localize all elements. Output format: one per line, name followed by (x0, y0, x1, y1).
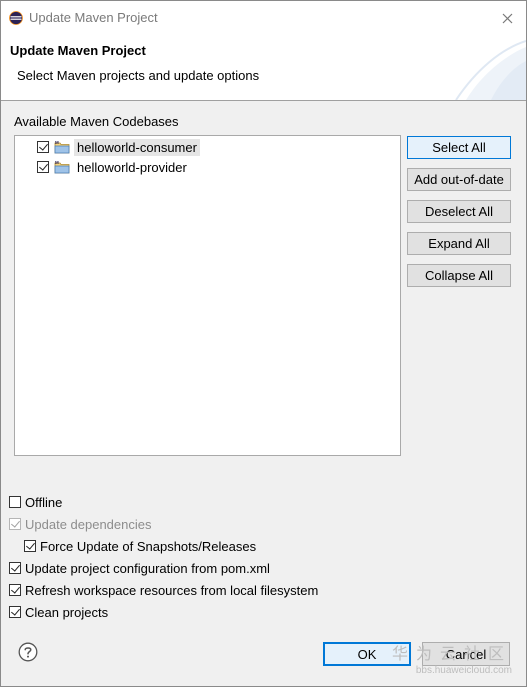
refresh-workspace-checkbox[interactable] (9, 584, 21, 596)
svg-text:M: M (55, 140, 59, 145)
deselect-all-button[interactable]: Deselect All (407, 200, 511, 223)
close-icon (502, 13, 512, 23)
close-button[interactable] (494, 5, 520, 31)
help-icon[interactable] (18, 642, 38, 662)
header-description: Select Maven projects and update options (17, 68, 260, 83)
update-config-option[interactable]: Update project configuration from pom.xm… (9, 559, 270, 577)
offline-option[interactable]: Offline (9, 493, 62, 511)
select-all-button[interactable]: Select All (407, 136, 511, 159)
svg-text:M: M (55, 160, 59, 165)
title-bar: Update Maven Project (1, 1, 526, 35)
maven-project-folder-icon: M (54, 160, 70, 174)
tree-item-label: helloworld-provider (77, 159, 187, 175)
update-maven-project-dialog: Update Maven Project Update Maven Projec… (0, 0, 527, 687)
clean-projects-option[interactable]: Clean projects (9, 603, 108, 621)
tree-item-label: helloworld-consumer (74, 138, 200, 156)
expand-all-button[interactable]: Expand All (407, 232, 511, 255)
offline-checkbox[interactable] (9, 496, 21, 508)
eclipse-icon (9, 11, 23, 25)
watermark-text: 华为云社区 (391, 646, 512, 663)
header-banner-art (455, 40, 526, 100)
force-update-checkbox[interactable] (24, 540, 36, 552)
tree-item-checkbox[interactable] (37, 141, 49, 153)
update-dependencies-label: Update dependencies (25, 516, 152, 532)
force-update-option[interactable]: Force Update of Snapshots/Releases (24, 537, 256, 555)
add-out-of-date-button[interactable]: Add out-of-date (407, 168, 511, 191)
tree-item[interactable]: M helloworld-consumer (37, 137, 200, 157)
watermark: 华为云社区 bbs.huaweicloud.com (392, 647, 512, 676)
update-dependencies-checkbox (9, 518, 21, 530)
header-title: Update Maven Project (10, 43, 146, 58)
dialog-header: Update Maven Project Select Maven projec… (1, 35, 526, 101)
tree-item[interactable]: M helloworld-provider (37, 157, 190, 177)
clean-projects-label: Clean projects (25, 604, 109, 620)
watermark-url: bbs.huaweicloud.com (415, 665, 512, 676)
refresh-workspace-label: Refresh workspace resources from local f… (25, 582, 319, 598)
codebases-tree[interactable]: M helloworld-consumer M helloworld-provi… (14, 135, 401, 456)
force-update-label: Force Update of Snapshots/Releases (40, 538, 257, 554)
window-title: Update Maven Project (29, 10, 158, 25)
offline-label: Offline (25, 494, 63, 510)
maven-project-folder-icon: M (54, 140, 70, 154)
refresh-workspace-option[interactable]: Refresh workspace resources from local f… (9, 581, 318, 599)
update-config-checkbox[interactable] (9, 562, 21, 574)
tree-item-checkbox[interactable] (37, 161, 49, 173)
collapse-all-button[interactable]: Collapse All (407, 264, 511, 287)
update-dependencies-option: Update dependencies (9, 515, 152, 533)
clean-projects-checkbox[interactable] (9, 606, 21, 618)
codebases-label: Available Maven Codebases (14, 114, 179, 129)
update-config-label: Update project configuration from pom.xm… (25, 560, 270, 576)
